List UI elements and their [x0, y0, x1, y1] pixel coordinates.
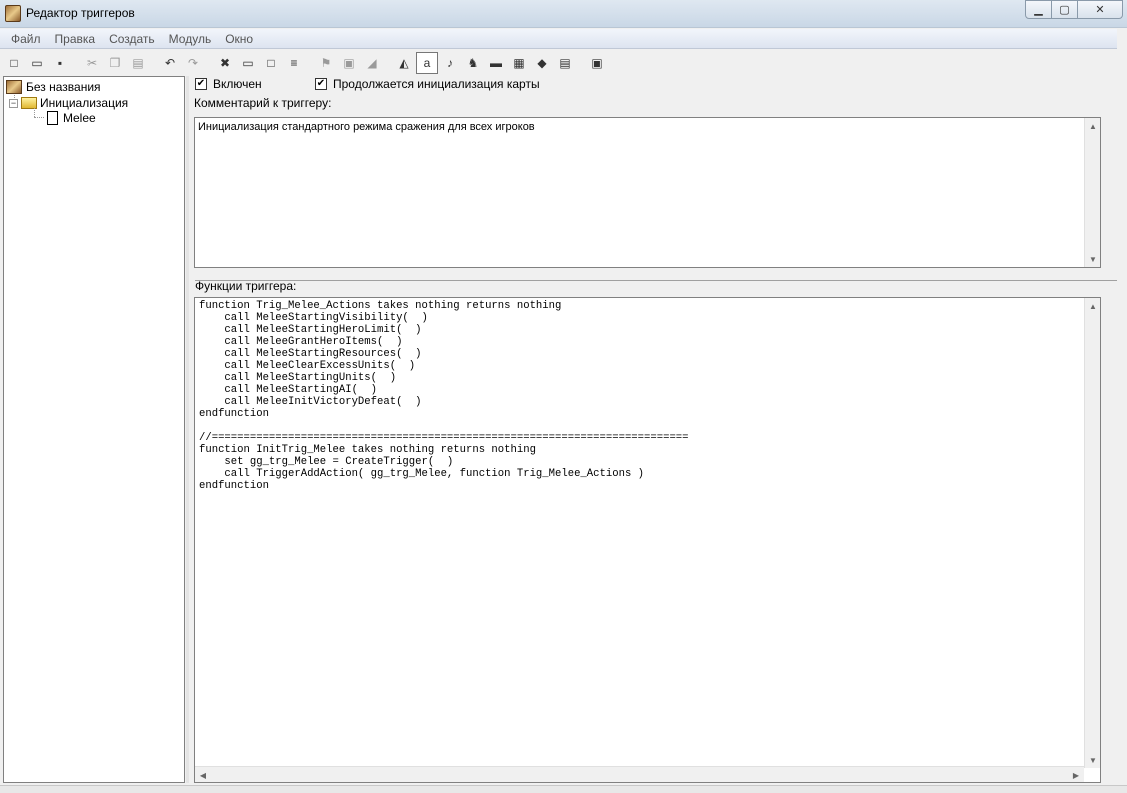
toolbar-separator: [577, 52, 585, 74]
toolbar-separator: [150, 52, 158, 74]
tree-item-root[interactable]: Без названия: [6, 79, 101, 95]
cut-icon[interactable]: ✂: [81, 52, 103, 74]
trigger-editor-icon[interactable]: a: [416, 52, 438, 74]
new-category-icon[interactable]: ▭: [237, 52, 259, 74]
delete-icon[interactable]: ✖: [214, 52, 236, 74]
test-map-icon[interactable]: ▣: [586, 52, 608, 74]
save-icon[interactable]: ▪: [49, 52, 71, 74]
checkmark-icon: ✔: [315, 78, 327, 90]
tree-root-label: Без названия: [26, 80, 101, 94]
collapse-icon[interactable]: −: [9, 98, 18, 108]
sound-editor-icon[interactable]: ♪: [439, 52, 461, 74]
terrain-editor-icon[interactable]: ◭: [393, 52, 415, 74]
enabled-checkbox[interactable]: ✔ Включен: [195, 77, 262, 91]
code-textarea[interactable]: function Trig_Melee_Actions takes nothin…: [194, 297, 1101, 783]
tree-trigger-label: Melee: [63, 111, 96, 125]
scroll-down-icon[interactable]: ▼: [1085, 251, 1100, 267]
toolbar-separator: [306, 52, 314, 74]
menu-window[interactable]: Окно: [218, 32, 260, 46]
scroll-down-icon[interactable]: ▼: [1085, 752, 1100, 768]
object-editor-icon[interactable]: ▦: [508, 52, 530, 74]
code-vscroll[interactable]: ▲ ▼: [1084, 298, 1100, 768]
tree-item-trigger[interactable]: Melee: [47, 110, 96, 126]
comment-text: Инициализация стандартного режима сражен…: [198, 121, 535, 133]
code-hscroll[interactable]: ◀ ▶: [195, 766, 1084, 782]
scroll-up-icon[interactable]: ▲: [1085, 298, 1100, 314]
menu-edit[interactable]: Правка: [48, 32, 103, 46]
toolbar-separator: [72, 52, 80, 74]
functions-label: Функции триггера:: [195, 279, 297, 293]
toolbar-separator: [205, 52, 213, 74]
trigger-details: ✔ Включен ✔ Продолжается инициализация к…: [189, 76, 1117, 783]
maximize-button[interactable]: ▢: [1051, 0, 1078, 19]
redo-icon[interactable]: ↷: [182, 52, 204, 74]
import-manager-icon[interactable]: ▤: [554, 52, 576, 74]
undo-icon[interactable]: ↶: [159, 52, 181, 74]
map-icon: [6, 80, 22, 94]
checkmark-icon: ✔: [195, 78, 207, 90]
scroll-up-icon[interactable]: ▲: [1085, 118, 1100, 134]
title-bar: Редактор триггеров ▁ ▢ ✕: [0, 0, 1127, 28]
new-condition-icon[interactable]: ▣: [338, 52, 360, 74]
menu-module[interactable]: Модуль: [162, 32, 219, 46]
comment-label: Комментарий к триггеру:: [194, 96, 332, 110]
new-event-icon[interactable]: ⚑: [315, 52, 337, 74]
scroll-right-icon[interactable]: ▶: [1068, 767, 1084, 782]
toolbar-separator: [384, 52, 392, 74]
new-file-icon[interactable]: □: [3, 52, 25, 74]
new-action-icon[interactable]: ◢: [361, 52, 383, 74]
paste-icon[interactable]: ▤: [127, 52, 149, 74]
section-divider: [195, 280, 1117, 281]
tree-item-category[interactable]: − Инициализация: [9, 95, 128, 111]
copy-icon[interactable]: ❐: [104, 52, 126, 74]
trigger-icon: [47, 111, 58, 125]
app-icon: [5, 5, 21, 22]
scroll-left-icon[interactable]: ◀: [195, 767, 211, 782]
menu-file[interactable]: Файл: [4, 32, 48, 46]
map-init-label: Продолжается инициализация карты: [333, 77, 540, 91]
menu-create[interactable]: Создать: [102, 32, 162, 46]
enabled-label: Включен: [213, 77, 262, 91]
map-init-checkbox[interactable]: ✔ Продолжается инициализация карты: [315, 77, 540, 91]
new-trigger-icon[interactable]: □: [260, 52, 282, 74]
comment-vscroll[interactable]: ▲ ▼: [1084, 118, 1100, 267]
minimize-button[interactable]: ▁: [1025, 0, 1052, 19]
jass-code: function Trig_Melee_Actions takes nothin…: [199, 300, 689, 492]
close-button[interactable]: ✕: [1077, 0, 1123, 19]
menu-bar: Файл Правка Создать Модуль Окно: [0, 29, 1117, 49]
toolbar: □ ▭ ▪ ✂ ❐ ▤ ↶ ↷ ✖ ▭ □ ≡ ⚑ ▣ ◢ ◭ a ♪ ♞ ▬ ▦ ◆ ▤ ▣: [0, 50, 1117, 76]
ai-editor-icon[interactable]: ▬: [485, 52, 507, 74]
comment-textarea[interactable]: Инициализация стандартного режима сражен…: [194, 117, 1101, 268]
campaign-editor-icon[interactable]: ◆: [531, 52, 553, 74]
trigger-tree[interactable]: Без названия − Инициализация Melee: [3, 76, 185, 783]
unit-editor-icon[interactable]: ♞: [462, 52, 484, 74]
open-folder-icon[interactable]: ▭: [26, 52, 48, 74]
new-comment-icon[interactable]: ≡: [283, 52, 305, 74]
tree-category-label: Инициализация: [40, 96, 129, 110]
window-title: Редактор триггеров: [26, 6, 135, 20]
status-bar: [0, 785, 1127, 793]
